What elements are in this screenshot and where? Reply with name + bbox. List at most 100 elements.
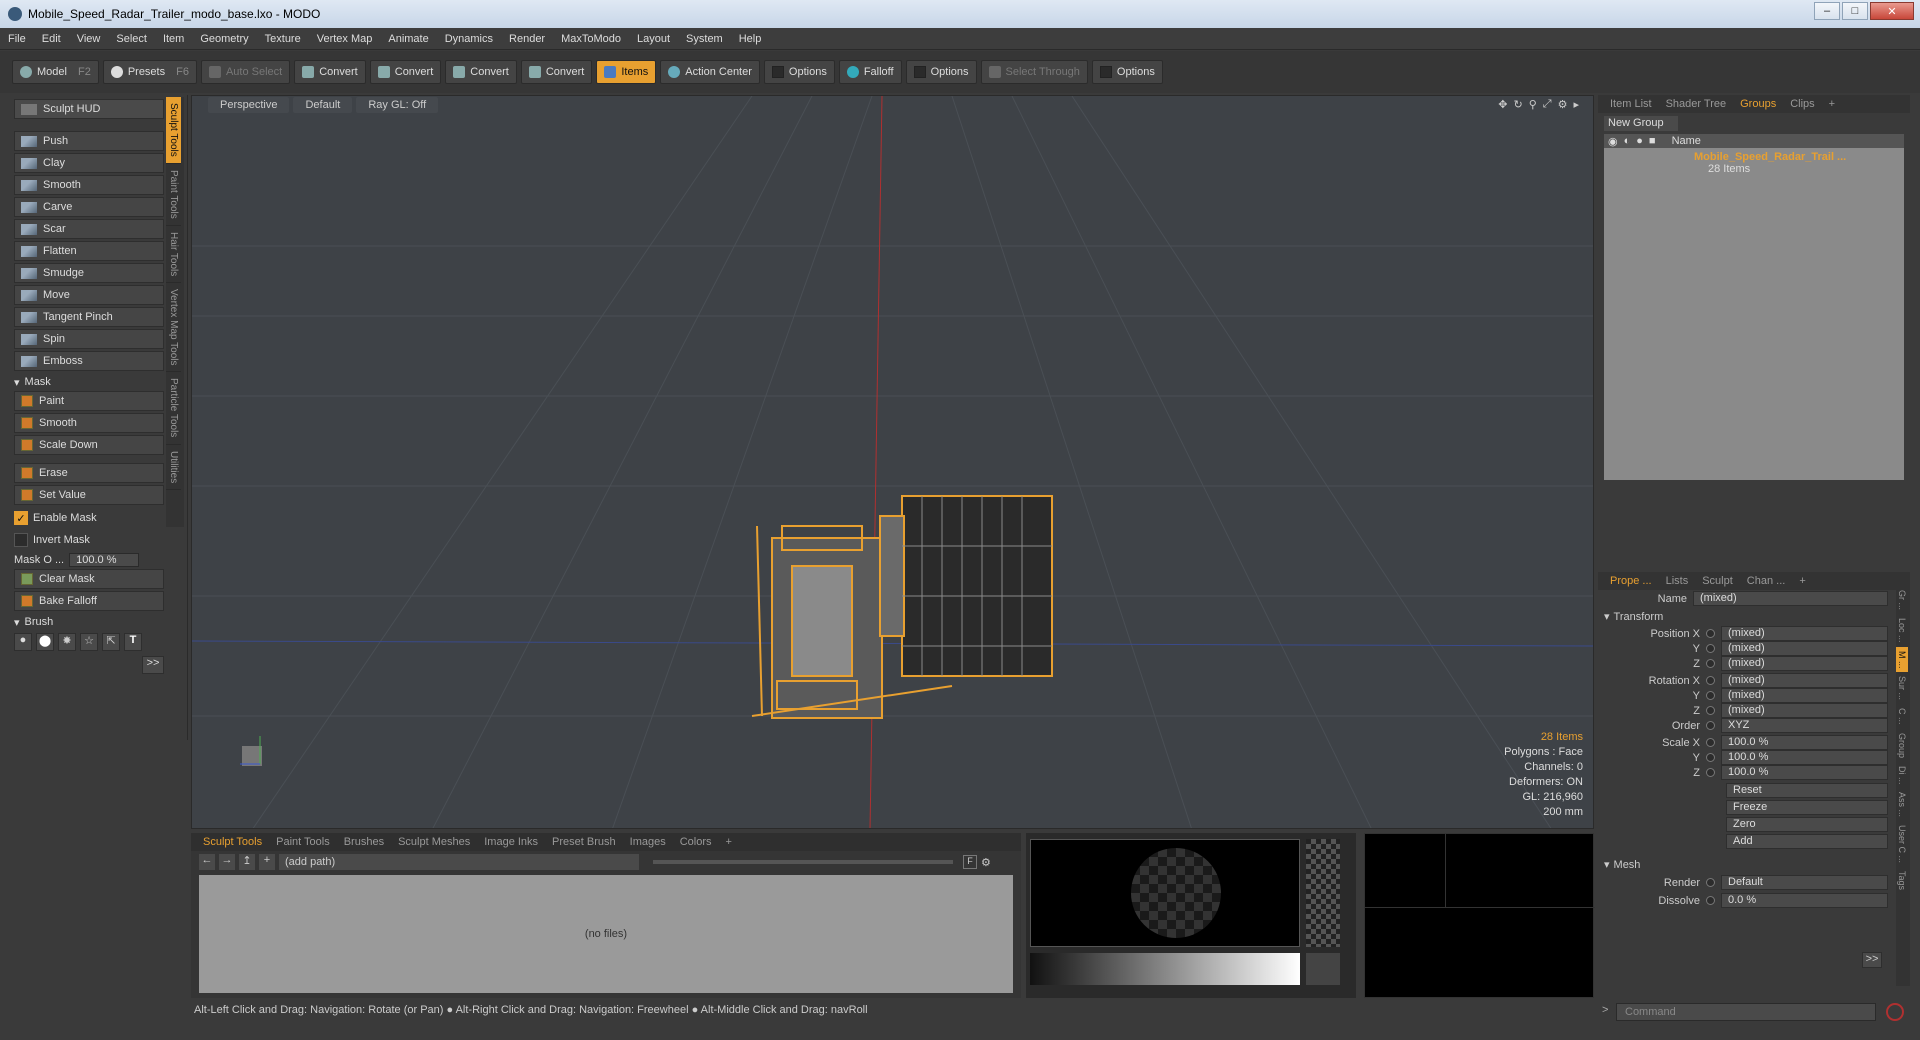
viewport-view-dropdown[interactable]: Perspective (208, 97, 290, 113)
zoom-icon[interactable]: ⚲ (1529, 98, 1537, 111)
sculpt-hud-button[interactable]: Sculpt HUD (14, 99, 164, 119)
rotate-icon[interactable]: ↻ (1514, 98, 1523, 111)
command-input[interactable]: Command (1616, 1003, 1876, 1021)
maximize-button[interactable]: □ (1842, 2, 1868, 20)
side-tab-tags[interactable]: Tags (1896, 867, 1908, 894)
side-tab-group[interactable]: Gr ... (1896, 586, 1908, 614)
menu-animate[interactable]: Animate (380, 33, 436, 45)
lock-icon[interactable]: ● (1636, 135, 1643, 147)
more-button[interactable]: >> (1862, 952, 1882, 968)
tool-scar[interactable]: Scar (14, 219, 164, 239)
tab-groups[interactable]: Groups (1734, 98, 1782, 110)
keyframe-dot[interactable] (1706, 659, 1715, 668)
tool-flatten[interactable]: Flatten (14, 241, 164, 261)
tab-paint-tools-browser[interactable]: Paint Tools (270, 836, 336, 848)
menu-edit[interactable]: Edit (34, 33, 69, 45)
dissolve-field[interactable]: 0.0 % (1721, 893, 1888, 908)
side-tab-group-2[interactable]: Group (1896, 729, 1908, 762)
keyframe-dot[interactable] (1706, 768, 1715, 777)
viewport-style-dropdown[interactable]: Default (293, 97, 353, 113)
mask-paint-button[interactable]: Paint (14, 391, 164, 411)
tool-emboss[interactable]: Emboss (14, 351, 164, 371)
menu-item[interactable]: Item (155, 33, 192, 45)
tab-shader-tree[interactable]: Shader Tree (1660, 98, 1733, 110)
keyframe-dot[interactable] (1706, 676, 1715, 685)
maximize-icon[interactable]: ⤢ (1543, 98, 1552, 111)
mask-opacity-field[interactable]: 100.0 % (69, 553, 140, 567)
invert-mask-checkbox[interactable]: Invert Mask (14, 529, 164, 551)
render-dropdown[interactable]: Default (1721, 875, 1888, 890)
expand-arrow-icon[interactable]: ▸ (1573, 98, 1579, 111)
zero-dropdown[interactable]: Zero (1726, 817, 1888, 832)
model-button[interactable]: Model F2 (12, 60, 99, 84)
menu-select[interactable]: Select (108, 33, 155, 45)
tab-properties[interactable]: Prope ... (1604, 575, 1658, 587)
hard-brush-icon[interactable]: ⬤ (36, 633, 54, 651)
soft-brush-icon[interactable]: ● (14, 633, 32, 651)
position-y-field[interactable]: (mixed) (1721, 641, 1888, 656)
keyframe-dot[interactable] (1706, 706, 1715, 715)
keyframe-dot[interactable] (1706, 629, 1715, 638)
tab-brushes[interactable]: Brushes (338, 836, 390, 848)
tab-preset-brush[interactable]: Preset Brush (546, 836, 622, 848)
tab-item-list[interactable]: Item List (1604, 98, 1658, 110)
keyframe-dot[interactable] (1706, 738, 1715, 747)
tab-colors[interactable]: Colors (674, 836, 718, 848)
mask-smooth-button[interactable]: Smooth (14, 413, 164, 433)
add-tab-icon[interactable]: + (1793, 575, 1811, 587)
pan-icon[interactable]: ✥ (1498, 98, 1507, 111)
splat-brush-icon[interactable]: ✸ (58, 633, 76, 651)
render-icon[interactable]: ◐ (1624, 135, 1631, 147)
eye-icon[interactable]: ◉ (1608, 135, 1618, 148)
select-through-button[interactable]: Select Through (980, 60, 1088, 84)
tool-smooth[interactable]: Smooth (14, 175, 164, 195)
rotation-x-field[interactable]: (mixed) (1721, 673, 1888, 688)
tab-vertex-map-tools[interactable]: Vertex Map Tools (166, 283, 181, 373)
tab-channels[interactable]: Chan ... (1741, 575, 1792, 587)
tab-sculpt-tools[interactable]: Sculpt Tools (166, 97, 181, 164)
action-center-button[interactable]: Action Center (660, 60, 760, 84)
keyframe-dot[interactable] (1706, 878, 1715, 887)
tool-spin[interactable]: Spin (14, 329, 164, 349)
add-dropdown[interactable]: Add (1726, 834, 1888, 849)
add-icon[interactable]: + (259, 854, 275, 870)
side-tab-surface[interactable]: Sur ... (1896, 672, 1908, 704)
side-tab-user-channels[interactable]: User C ... (1896, 821, 1908, 867)
convert-polygons-button[interactable]: Convert (445, 60, 517, 84)
tab-hair-tools[interactable]: Hair Tools (166, 226, 181, 283)
position-x-field[interactable]: (mixed) (1721, 626, 1888, 641)
keyframe-dot[interactable] (1706, 753, 1715, 762)
menu-system[interactable]: System (678, 33, 731, 45)
action-center-options-button[interactable]: Options (763, 60, 835, 84)
3d-viewport[interactable]: Perspective Default Ray GL: Off ✥ ↻ ⚲ ⤢ … (191, 95, 1594, 829)
position-z-field[interactable]: (mixed) (1721, 656, 1888, 671)
falloff-options-button[interactable]: Options (905, 60, 977, 84)
enable-mask-checkbox[interactable]: ✓ Enable Mask (14, 507, 164, 529)
bake-falloff-button[interactable]: Bake Falloff (14, 591, 164, 611)
convert-vertices-button[interactable]: Convert (294, 60, 366, 84)
side-tab-locator[interactable]: Loc ... (1896, 614, 1908, 647)
menu-view[interactable]: View (69, 33, 109, 45)
menu-file[interactable]: File (0, 33, 34, 45)
tab-clips[interactable]: Clips (1784, 98, 1820, 110)
record-icon[interactable] (1886, 1003, 1904, 1021)
minimize-button[interactable]: – (1814, 2, 1840, 20)
mesh-header[interactable]: ▾ Mesh (1598, 856, 1888, 873)
procedural-brush-icon[interactable]: ⇱ (102, 633, 120, 651)
reset-dropdown[interactable]: Reset (1726, 783, 1888, 798)
convert-materials-button[interactable]: Convert (520, 60, 593, 84)
path-dropdown[interactable]: (add path) (279, 854, 639, 870)
tab-particle-tools[interactable]: Particle Tools (166, 372, 181, 445)
add-tab-icon[interactable]: + (720, 836, 738, 848)
mask-erase-button[interactable]: Erase (14, 463, 164, 483)
tab-lists[interactable]: Lists (1660, 575, 1695, 587)
presets-button[interactable]: Presets F6 (102, 60, 197, 84)
keyframe-dot[interactable] (1706, 691, 1715, 700)
tool-clay[interactable]: Clay (14, 153, 164, 173)
menu-vertex-map[interactable]: Vertex Map (309, 33, 381, 45)
mask-section-header[interactable]: ▾ Mask (14, 373, 164, 391)
mask-set-value-button[interactable]: Set Value (14, 485, 164, 505)
forward-arrow-icon[interactable]: → (219, 854, 235, 870)
tab-paint-tools[interactable]: Paint Tools (166, 164, 181, 226)
up-folder-icon[interactable]: ↥ (239, 854, 255, 870)
